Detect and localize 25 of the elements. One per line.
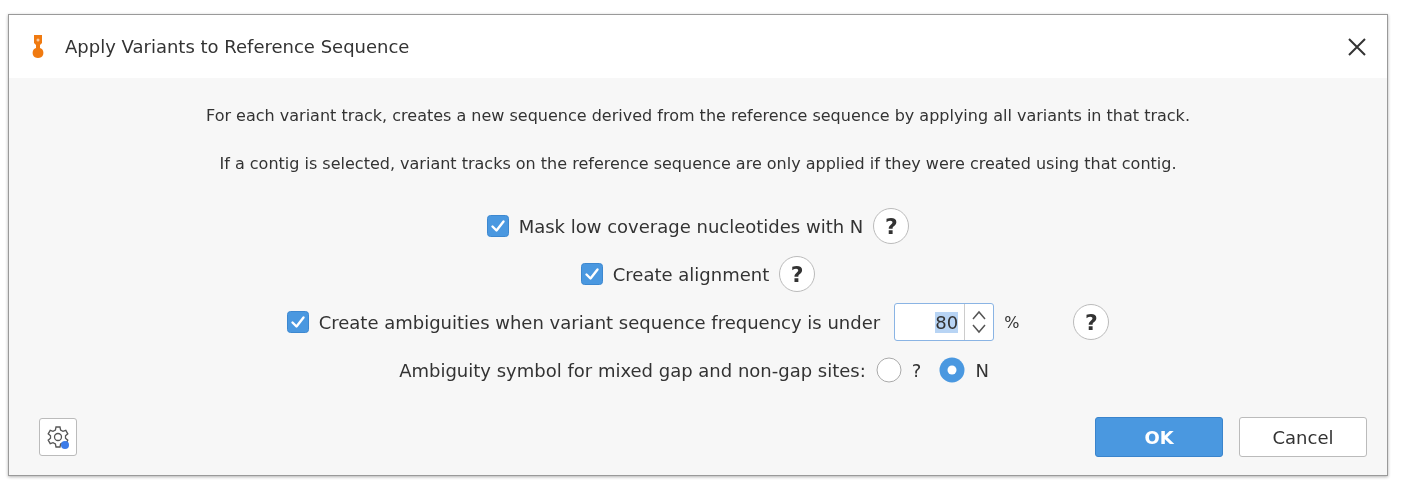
number-field[interactable]: 80 xyxy=(894,303,995,341)
option-label: Mask low coverage nucleotides with N xyxy=(518,215,864,237)
checkbox[interactable] xyxy=(286,311,309,333)
help-button[interactable]: ? xyxy=(1073,304,1110,340)
close-icon[interactable] xyxy=(1347,36,1367,57)
help-button[interactable]: ? xyxy=(873,208,910,244)
window-title: Apply Variants to Reference Sequence xyxy=(65,36,410,57)
radio-label: ? xyxy=(911,359,922,381)
radio-button[interactable] xyxy=(875,357,902,383)
option-label: Create alignment xyxy=(612,263,770,285)
checkbox[interactable] xyxy=(486,215,509,237)
spinner-arrows-icon[interactable] xyxy=(971,309,988,335)
description-text: If a contig is selected, variant tracks on the reference sequence are only applied if they were created using that contig. xyxy=(219,154,1177,173)
cancel-button[interactable]: Cancel xyxy=(1239,417,1367,457)
settings-button[interactable] xyxy=(39,418,77,456)
option-label: Ambiguity symbol for mixed gap and non-gap sites: xyxy=(399,359,866,381)
settings-icon xyxy=(45,424,71,450)
checkbox[interactable] xyxy=(580,263,603,285)
unit-label: % xyxy=(1004,312,1020,332)
app-logo-icon xyxy=(31,33,45,60)
radio-button[interactable] xyxy=(939,357,966,383)
help-button[interactable]: ? xyxy=(779,256,816,292)
option-label: Create ambiguities when variant sequence frequency is under xyxy=(318,311,881,333)
radio-label: N xyxy=(975,359,989,381)
description-text: For each variant track, creates a new sequence derived from the reference sequence by applying all variants in that track. xyxy=(206,106,1190,125)
